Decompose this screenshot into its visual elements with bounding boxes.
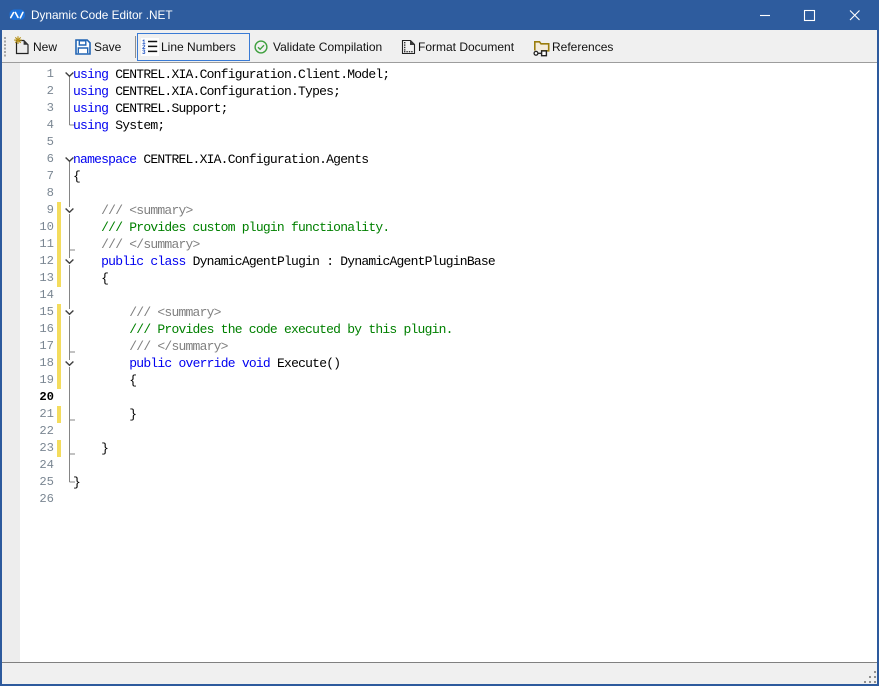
svg-text:3: 3 <box>142 49 146 56</box>
